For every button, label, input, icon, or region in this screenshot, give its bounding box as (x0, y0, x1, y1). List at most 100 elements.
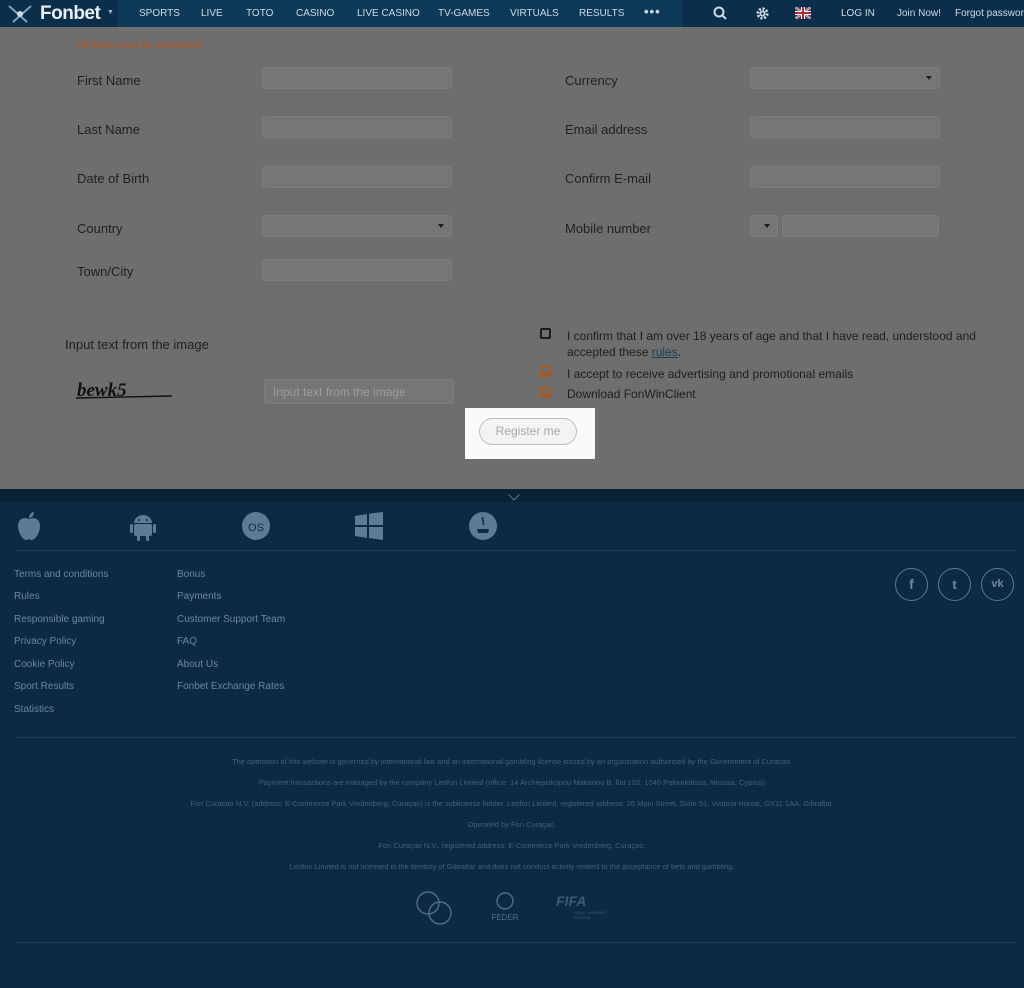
twitter-icon[interactable]: t (938, 568, 971, 601)
footer-link-statistics[interactable]: Statistics (14, 704, 54, 715)
footer-divider (14, 737, 1016, 738)
confirm-email-input[interactable] (750, 166, 940, 188)
download-text: Download FonWinClient (567, 387, 696, 401)
nav-casino[interactable]: CASINO (296, 8, 334, 19)
nav-toto[interactable]: TOTO (246, 8, 273, 19)
java-icon[interactable] (468, 511, 498, 541)
town-input[interactable] (262, 259, 452, 281)
forgot-password-link[interactable]: Forgot password (955, 8, 1024, 19)
footer-link-support[interactable]: Customer Support Team (177, 614, 285, 625)
age-confirm-text: I confirm that I am over 18 years of age… (567, 328, 976, 360)
last-name-input[interactable] (262, 116, 452, 138)
facebook-icon[interactable]: f (895, 568, 928, 601)
first-name-input[interactable] (262, 67, 452, 89)
advertising-checkbox[interactable] (540, 366, 551, 377)
captcha-input[interactable]: Input text from the image (264, 379, 454, 404)
age-confirm-line2: accepted these (567, 345, 652, 359)
confirm-email-label: Confirm E-mail (565, 171, 651, 186)
dob-input[interactable] (262, 166, 452, 188)
ios-icon[interactable]: OS (241, 511, 271, 541)
rules-link[interactable]: rules (652, 345, 678, 359)
legal-text-1: The operation of this website is governe… (232, 757, 792, 766)
feder-logo: FEDER (491, 892, 519, 922)
gear-icon[interactable] (755, 6, 770, 21)
legal-text-4: Operated by Fon Curaçao. (467, 820, 557, 829)
responsible-gaming-logo (416, 891, 452, 925)
footer-link-privacy[interactable]: Privacy Policy (14, 636, 76, 647)
chevron-down-icon[interactable]: ▼ (107, 9, 114, 16)
captcha-label: Input text from the image (65, 337, 209, 352)
footer-link-about[interactable]: About Us (177, 659, 218, 670)
header-actions: LOG IN Join Now! Forgot password (682, 0, 1024, 27)
download-checkbox[interactable] (540, 387, 551, 398)
footer-link-cookie[interactable]: Cookie Policy (14, 659, 75, 670)
footer-link-payments[interactable]: Payments (177, 591, 221, 602)
footer-toggle[interactable] (0, 489, 1024, 502)
join-now-link[interactable]: Join Now! (897, 8, 941, 19)
chevron-down-icon (438, 224, 444, 228)
age-confirm-checkbox[interactable] (540, 328, 551, 339)
register-button[interactable]: Register me (479, 418, 577, 445)
footer-link-sport-results[interactable]: Sport Results (14, 681, 74, 692)
age-confirm-line1: I confirm that I am over 18 years of age… (567, 329, 976, 343)
email-input[interactable] (750, 116, 940, 138)
footer: OS Terms and conditions Rules Responsibl… (0, 489, 1024, 988)
fifa-text: FIFA (556, 893, 586, 909)
country-label: Country (77, 221, 123, 236)
footer-divider (14, 550, 1016, 551)
footer-link-responsible[interactable]: Responsible gaming (14, 614, 105, 625)
login-link[interactable]: LOG IN (841, 8, 875, 19)
mobile-input[interactable] (782, 215, 939, 237)
register-highlight: Register me (465, 408, 595, 459)
legal-text-5: Fon Curaçao N.V., registered address: E-… (378, 841, 646, 850)
footer-link-faq[interactable]: FAQ (177, 636, 197, 647)
feder-text: FEDER (491, 913, 518, 922)
nav-sports[interactable]: SPORTS (139, 8, 180, 19)
mobile-label: Mobile number (565, 221, 651, 236)
nav-results[interactable]: RESULTS (579, 8, 624, 19)
android-icon[interactable] (129, 511, 157, 541)
country-select[interactable] (262, 215, 452, 237)
dob-label: Date of Birth (77, 171, 150, 186)
legal-text-3: Fon Curacao N.V. (address: E-Commerce Pa… (190, 799, 834, 808)
vk-icon[interactable]: vk (981, 568, 1014, 601)
windows-icon[interactable] (354, 511, 384, 541)
search-icon[interactable] (713, 6, 727, 20)
footer-link-terms[interactable]: Terms and conditions (14, 569, 109, 580)
captcha-image: bewk5 (76, 380, 172, 401)
chevron-down-icon (764, 224, 770, 228)
fifa-logo: FIFA EARLY WARNING SYSTEM (556, 893, 607, 920)
svg-text:OS: OS (248, 522, 264, 534)
legal-text-2: Payment transactions are managed by the … (258, 778, 766, 787)
legal-text-6: Leofon Limited is not licensed in the te… (289, 862, 735, 871)
chevron-down-icon (926, 76, 932, 80)
phone-code-select[interactable] (750, 215, 778, 237)
registration-form: All fields must be completed First Name … (0, 27, 1024, 489)
last-name-label: Last Name (77, 122, 140, 137)
footer-link-bonus[interactable]: Bonus (177, 569, 205, 580)
brand-name: Fonbet (40, 3, 101, 24)
nav-virtuals[interactable]: VIRTUALS (510, 8, 559, 19)
email-label: Email address (565, 122, 648, 137)
currency-select[interactable] (750, 67, 940, 89)
fifa-subtext-2: SYSTEM (574, 915, 590, 920)
top-header: Fonbet ▼ SPORTS LIVE TOTO CASINO LIVE CA… (0, 0, 1024, 27)
logo[interactable]: Fonbet ▼ (0, 0, 118, 27)
footer-link-exchange[interactable]: Fonbet Exchange Rates (177, 681, 284, 692)
nav-live[interactable]: LIVE (201, 8, 223, 19)
currency-label: Currency (565, 73, 618, 88)
apple-icon[interactable] (15, 511, 43, 541)
more-menu-icon[interactable]: ••• (644, 4, 661, 19)
nav-live-casino[interactable]: LIVE CASINO (357, 8, 420, 19)
town-label: Town/City (77, 264, 134, 279)
uk-flag-icon[interactable] (795, 7, 811, 19)
required-notice: All fields must be completed (77, 40, 202, 51)
advertising-text: I accept to receive advertising and prom… (567, 367, 854, 381)
chevron-down-icon (508, 489, 520, 501)
age-confirm-end: . (677, 345, 682, 359)
first-name-label: First Name (77, 73, 141, 88)
nav-tv-games[interactable]: TV-GAMES (438, 8, 490, 19)
darts-icon (8, 5, 32, 23)
footer-link-rules[interactable]: Rules (14, 591, 40, 602)
footer-divider (14, 942, 1016, 943)
